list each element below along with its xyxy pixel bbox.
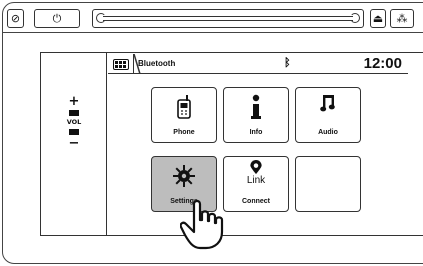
app-tile-label: Audio	[318, 129, 338, 136]
panel-divider	[106, 52, 107, 236]
volume-control[interactable]: + VOL −	[64, 95, 84, 150]
music-note-icon	[296, 90, 360, 116]
app-tile-empty[interactable]	[295, 156, 361, 212]
power-button[interactable]: ⊘	[7, 9, 24, 28]
volume-down-bar	[69, 129, 79, 135]
info-icon	[224, 94, 288, 120]
status-bar: Bluetooth ᛒ 12:00	[108, 54, 408, 74]
seek-button[interactable]: ⁂	[390, 9, 414, 28]
app-tile-info[interactable]: Info	[223, 87, 289, 143]
pointing-hand-icon	[180, 199, 224, 250]
knob-icon: ⏻	[52, 11, 62, 25]
knob-button[interactable]: ⏻	[34, 9, 80, 28]
touch-screen: Bluetooth ᛒ 12:00 Phone Info Audio Setti…	[108, 54, 408, 234]
link-icon-text: Link	[246, 175, 266, 186]
link-icon: Link	[224, 160, 288, 186]
app-tile-label: Info	[249, 129, 263, 136]
power-icon: ⊘	[10, 12, 21, 25]
app-tile-phone[interactable]: Phone	[151, 87, 217, 143]
volume-label: VOL	[66, 118, 82, 126]
volume-up[interactable]: +	[64, 95, 84, 108]
app-tile-connect[interactable]: Link Connect	[223, 156, 289, 212]
phone-icon	[152, 94, 216, 120]
eject-button[interactable]: ⏏	[370, 9, 386, 28]
app-tile-label: Phone	[173, 129, 195, 136]
volume-down[interactable]: −	[64, 137, 84, 150]
bluetooth-icon: ᛒ	[284, 56, 291, 69]
disc-slot	[92, 9, 364, 28]
apps-grid-icon	[112, 58, 129, 70]
home-button[interactable]	[108, 54, 134, 74]
bezel-divider	[2, 32, 423, 33]
clock: 12:00	[363, 55, 402, 72]
app-tile-label: Connect	[242, 198, 270, 205]
volume-up-bar	[69, 110, 79, 116]
screen-title: Bluetooth	[138, 59, 176, 68]
gear-icon	[152, 163, 216, 189]
app-tile-audio[interactable]: Audio	[295, 87, 361, 143]
seek-icon: ⁂	[396, 12, 408, 25]
eject-icon: ⏏	[372, 12, 384, 25]
